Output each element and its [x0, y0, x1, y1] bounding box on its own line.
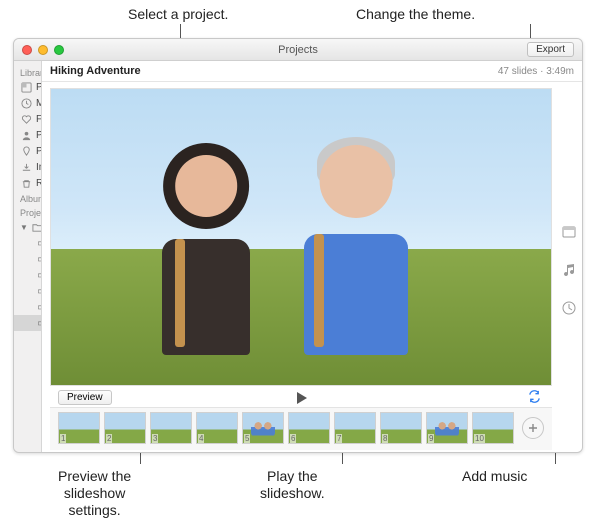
thumbnail[interactable]: 10: [472, 412, 514, 444]
callout-preview-settings: Preview the slideshow settings.: [58, 468, 131, 518]
disclosure-triangle-icon[interactable]: ▼: [20, 223, 28, 232]
people-icon: [20, 129, 32, 141]
thumbnail[interactable]: 1: [58, 412, 100, 444]
thumbnail[interactable]: 3: [150, 412, 192, 444]
music-icon: [561, 262, 577, 278]
sidebar-item-imports[interactable]: Imports: [14, 159, 41, 175]
add-slide-button[interactable]: [522, 417, 544, 439]
project-meta: 47 slides · 3:49m: [498, 66, 574, 77]
play-button[interactable]: [293, 390, 309, 406]
sidebar: Library Photos Memories Favorites People…: [14, 61, 42, 452]
filmstrip: 1 2 3 4 5 6 7 8 9 10: [50, 407, 552, 450]
preview-button[interactable]: Preview: [58, 390, 112, 405]
project-title[interactable]: Hiking Adventure: [50, 65, 141, 77]
theme-button[interactable]: [559, 222, 579, 242]
trash-icon: [20, 177, 32, 189]
thumbnail[interactable]: 7: [334, 412, 376, 444]
sidebar-header-library: Library: [14, 65, 41, 79]
imports-icon: [20, 161, 32, 173]
slide-count: 47 slides: [498, 66, 537, 77]
thumbnail[interactable]: 9: [426, 412, 468, 444]
thumb-number: 10: [474, 434, 485, 443]
sidebar-project-item[interactable]: ▭Chinese New Year: [14, 299, 42, 315]
sidebar-item-label: Places: [36, 146, 41, 157]
thumbnail[interactable]: 6: [288, 412, 330, 444]
places-icon: [20, 145, 32, 157]
thumbnail[interactable]: 4: [196, 412, 238, 444]
sidebar-item-label: Recently Deleted: [36, 178, 41, 189]
sidebar-project-item-selected[interactable]: ▭Hiking Adventure: [14, 315, 42, 331]
titlebar: Projects Export: [14, 39, 582, 61]
sidebar-item-memories[interactable]: Memories: [14, 95, 41, 111]
duration-icon: [561, 300, 577, 316]
music-button[interactable]: [559, 260, 579, 280]
thumb-number: 3: [152, 434, 158, 443]
sidebar-item-label: Imports: [36, 162, 41, 173]
photo-person: [151, 155, 261, 355]
callout-select-project: Select a project.: [128, 6, 228, 23]
sidebar-item-label: Photos: [36, 82, 41, 93]
loop-button[interactable]: [527, 389, 542, 407]
project-header: Hiking Adventure 47 slides · 3:49m: [42, 61, 582, 82]
slideshow-preview[interactable]: [50, 88, 552, 386]
thumbnail[interactable]: 2: [104, 412, 146, 444]
sidebar-header-albums: Albums: [14, 191, 41, 205]
folder-icon: [32, 221, 41, 233]
thumbnail[interactable]: 8: [380, 412, 422, 444]
sidebar-item-people[interactable]: People: [14, 127, 41, 143]
sidebar-item-label: Memories: [36, 98, 41, 109]
thumb-number: 4: [198, 434, 204, 443]
playback-controls: Preview: [50, 386, 552, 407]
sidebar-item-label: People: [36, 130, 41, 141]
sidebar-project-item[interactable]: ▭On top of the W...: [14, 283, 42, 299]
theme-icon: [561, 224, 577, 240]
sidebar-item-photos[interactable]: Photos: [14, 79, 41, 95]
sidebar-project-item[interactable]: ▭Alaska Book Proj...: [14, 235, 42, 251]
thumbnail[interactable]: 5: [242, 412, 284, 444]
sidebar-project-item[interactable]: ▭The Pup: [14, 267, 42, 283]
thumb-number: 8: [382, 434, 388, 443]
sidebar-item-label: Favorites: [36, 114, 41, 125]
photos-icon: [20, 81, 32, 93]
thumb-number: 2: [106, 434, 112, 443]
duration-button[interactable]: [559, 298, 579, 318]
thumb-number: 7: [336, 434, 342, 443]
sidebar-item-places[interactable]: Places: [14, 143, 41, 159]
favorites-icon: [20, 113, 32, 125]
sidebar-item-recently-deleted[interactable]: Recently Deleted: [14, 175, 41, 191]
plus-icon: [527, 422, 539, 434]
thumb-number: 6: [290, 434, 296, 443]
app-window: Projects Export Library Photos Memories …: [13, 38, 583, 453]
sidebar-header-projects: Projects: [14, 205, 41, 219]
sidebar-item-my-projects[interactable]: ▼ My Projects: [14, 219, 41, 235]
callout-add-music: Add music: [462, 468, 527, 485]
sidebar-item-favorites[interactable]: Favorites: [14, 111, 41, 127]
window-title: Projects: [14, 44, 582, 56]
memories-icon: [20, 97, 32, 109]
right-toolbar: [556, 82, 582, 452]
sidebar-project-item[interactable]: ▭Happy Birthday...: [14, 251, 42, 267]
thumb-number: 9: [428, 434, 434, 443]
thumb-number: 1: [60, 434, 66, 443]
thumb-number: 5: [244, 434, 250, 443]
main-area: Hiking Adventure 47 slides · 3:49m: [42, 61, 582, 452]
callout-play-slideshow: Play the slideshow.: [260, 468, 325, 502]
callout-change-theme: Change the theme.: [356, 6, 475, 23]
photo-person: [291, 145, 421, 355]
duration: 3:49m: [546, 66, 574, 77]
